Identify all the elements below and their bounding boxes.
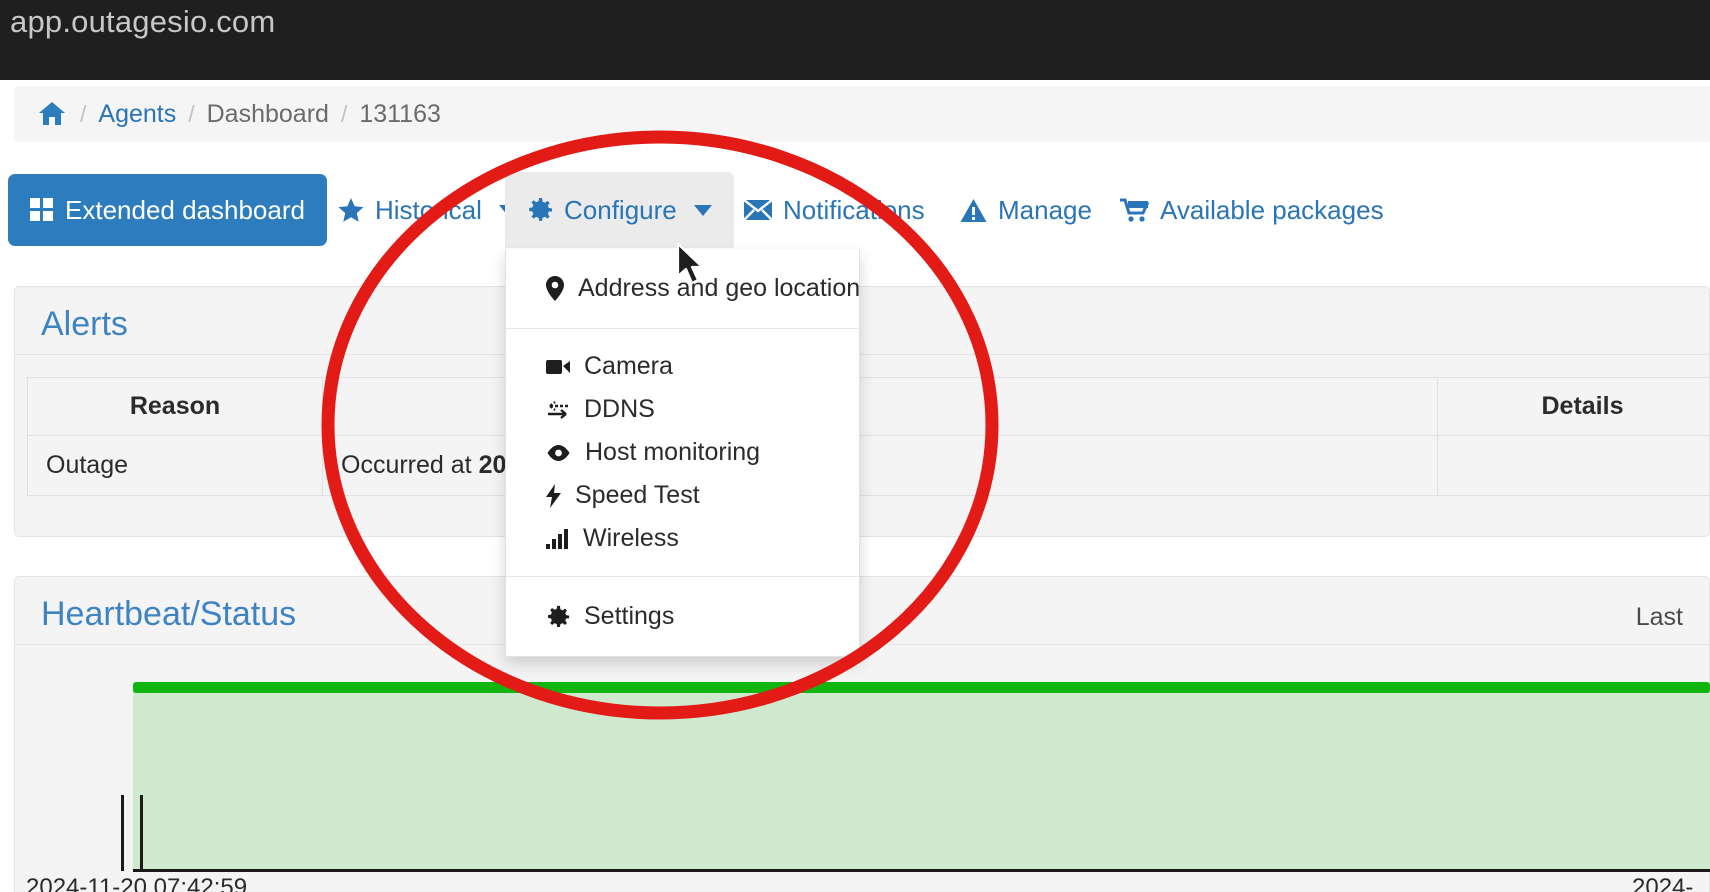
menu-group-features: Camera DDNS Host monitoring Speed Test W… [506,329,859,576]
menu-item-ddns[interactable]: DDNS [506,388,859,431]
menu-item-label: Address and geo location [578,274,861,302]
menu-item-wireless[interactable]: Wireless [506,517,859,560]
chart-x-tick [121,795,143,871]
menu-item-host-monitoring[interactable]: Host monitoring [506,431,859,474]
chart-x-axis [133,869,1710,872]
menu-item-address-and-geo-location[interactable]: Address and geo location [506,267,861,310]
menu-item-label: Host monitoring [585,438,761,466]
map-pin-icon [546,276,564,301]
menu-group-location: Address and geo location [506,249,861,328]
menu-item-label: Wireless [583,524,679,552]
menu-item-label: DDNS [584,395,655,423]
menu-group-settings: Settings [506,577,859,656]
video-camera-icon [546,358,570,376]
chart-x-tick-label-last: 2024- [1632,874,1694,892]
menu-item-settings[interactable]: Settings [506,595,859,638]
menu-item-label: Camera [584,352,673,380]
menu-item-speed-test[interactable]: Speed Test [506,474,859,517]
chart-area-fill [133,690,1710,870]
menu-item-camera[interactable]: Camera [506,345,859,388]
menu-item-label: Settings [584,602,675,630]
gear-icon [546,605,570,629]
signal-bars-icon [546,528,569,549]
bolt-icon [546,483,561,508]
menu-item-label: Speed Test [575,481,700,509]
configure-dropdown-menu: Address and geo location Camera DDNS Hos… [505,249,860,657]
chart-status-line [133,682,1710,693]
exchange-arrows-icon [546,400,570,420]
eye-icon [546,444,571,462]
app-window: app.outagesio.com / Agents / Dashboard /… [0,0,1710,892]
chart-x-tick-label-first: 2024-11-20 07:42:59 [26,874,248,892]
